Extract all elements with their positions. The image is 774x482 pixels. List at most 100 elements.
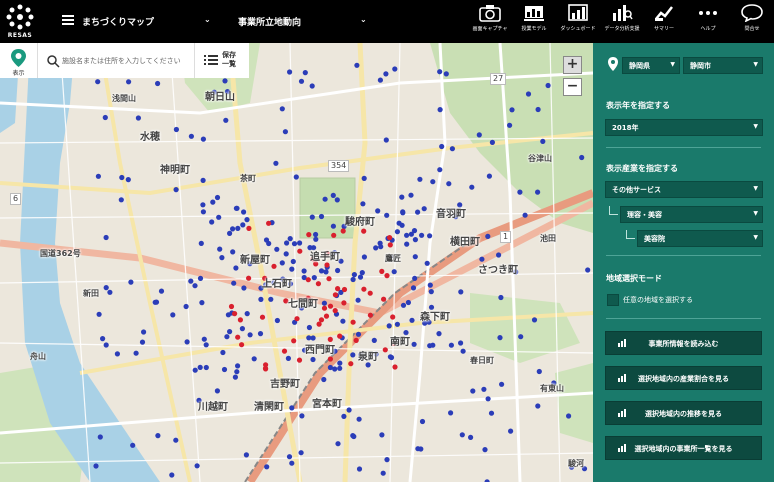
establishment-marker[interactable]: [289, 460, 295, 466]
establishment-marker[interactable]: [412, 237, 418, 243]
establishment-marker[interactable]: [231, 280, 237, 286]
show-location-button[interactable]: 表示: [0, 43, 38, 78]
establishment-marker[interactable]: [427, 282, 433, 288]
establishment-marker[interactable]: [332, 366, 338, 372]
establishment-marker[interactable]: [192, 367, 198, 373]
establishment-marker[interactable]: [458, 289, 464, 295]
establishment-marker[interactable]: [335, 441, 341, 447]
establishment-marker[interactable]: [322, 196, 328, 202]
establishment-marker[interactable]: [399, 194, 405, 200]
establishment-marker-new[interactable]: [348, 361, 354, 367]
establishment-marker-new[interactable]: [239, 342, 245, 348]
establishment-marker-new[interactable]: [341, 286, 348, 293]
establishment-marker[interactable]: [118, 197, 124, 203]
establishment-marker[interactable]: [130, 442, 136, 448]
establishment-marker[interactable]: [350, 276, 356, 283]
establishment-marker-new[interactable]: [324, 262, 330, 268]
establishment-marker[interactable]: [306, 324, 312, 331]
establishment-marker[interactable]: [282, 129, 288, 135]
establishment-marker[interactable]: [188, 278, 194, 284]
establishment-marker[interactable]: [334, 197, 340, 203]
establishment-marker-new[interactable]: [361, 286, 367, 292]
establishment-marker[interactable]: [377, 77, 383, 83]
establishment-marker[interactable]: [209, 219, 215, 225]
establishment-marker[interactable]: [301, 268, 307, 274]
establishment-marker-new[interactable]: [237, 317, 243, 323]
establishment-marker[interactable]: [545, 82, 551, 89]
establishment-marker[interactable]: [470, 388, 476, 394]
establishment-marker-new[interactable]: [266, 220, 272, 226]
establishment-marker-new[interactable]: [392, 364, 398, 370]
establishment-marker[interactable]: [428, 289, 434, 295]
establishment-marker-new[interactable]: [340, 228, 346, 234]
establishment-marker[interactable]: [155, 80, 161, 87]
establishment-marker[interactable]: [340, 318, 346, 324]
establishment-marker[interactable]: [169, 472, 175, 478]
establishment-marker[interactable]: [337, 365, 343, 371]
establishment-marker[interactable]: [141, 329, 147, 335]
establishment-marker[interactable]: [103, 342, 109, 348]
establishment-marker-new[interactable]: [327, 303, 334, 309]
establishment-marker[interactable]: [497, 335, 503, 341]
establishment-marker-new[interactable]: [341, 300, 347, 306]
establishment-marker[interactable]: [535, 403, 541, 409]
establishment-marker[interactable]: [488, 410, 495, 416]
establishment-marker[interactable]: [361, 175, 367, 181]
establishment-marker[interactable]: [309, 214, 315, 220]
establishment-marker[interactable]: [448, 342, 454, 348]
establishment-marker[interactable]: [298, 78, 305, 84]
establishment-marker[interactable]: [203, 342, 209, 348]
establishment-marker[interactable]: [274, 317, 280, 324]
establishment-marker[interactable]: [486, 173, 492, 179]
establishment-marker[interactable]: [197, 275, 204, 281]
establishment-marker[interactable]: [365, 362, 371, 368]
establishment-marker[interactable]: [430, 342, 436, 348]
establishment-marker[interactable]: [410, 285, 417, 291]
establishment-marker[interactable]: [400, 302, 407, 308]
establishment-marker[interactable]: [241, 285, 247, 291]
help-button[interactable]: ヘルプ: [686, 4, 730, 40]
establishment-marker[interactable]: [153, 299, 160, 305]
establishment-marker[interactable]: [139, 339, 146, 345]
establishment-marker[interactable]: [361, 254, 367, 260]
establishment-marker[interactable]: [284, 240, 290, 246]
establishment-marker[interactable]: [217, 246, 223, 252]
establishment-marker[interactable]: [383, 71, 389, 77]
establishment-marker[interactable]: [309, 83, 315, 89]
establishment-marker[interactable]: [125, 177, 131, 183]
establishment-marker[interactable]: [355, 297, 361, 303]
establishment-marker-new[interactable]: [326, 276, 332, 282]
establishment-marker[interactable]: [194, 463, 200, 469]
establishment-marker[interactable]: [135, 115, 141, 121]
establishment-marker[interactable]: [287, 236, 293, 242]
establishment-marker[interactable]: [103, 234, 109, 241]
establishment-marker[interactable]: [388, 354, 395, 361]
establishment-marker[interactable]: [412, 275, 418, 281]
establishment-marker[interactable]: [128, 279, 134, 285]
establishment-marker[interactable]: [355, 331, 362, 337]
establishment-marker-new[interactable]: [337, 333, 343, 339]
establishment-marker[interactable]: [351, 433, 357, 440]
establishment-marker[interactable]: [247, 332, 253, 338]
establishment-marker[interactable]: [224, 334, 230, 340]
establishment-marker[interactable]: [394, 321, 400, 327]
establishment-marker[interactable]: [518, 334, 524, 340]
establishment-marker[interactable]: [380, 470, 386, 476]
data-analysis-button[interactable]: データ分析支援: [600, 4, 644, 40]
establishment-marker[interactable]: [235, 225, 241, 231]
establishment-marker[interactable]: [93, 463, 99, 469]
sub-menu-dropdown[interactable]: 事業所立地動向 ⌄: [238, 12, 370, 30]
establishment-marker[interactable]: [341, 413, 347, 419]
establishment-marker[interactable]: [239, 326, 245, 332]
zoom-in-button[interactable]: +: [563, 56, 582, 74]
establishment-marker[interactable]: [356, 416, 362, 422]
establishment-marker-new[interactable]: [263, 362, 269, 368]
establishment-marker[interactable]: [214, 388, 220, 394]
establishment-marker-new[interactable]: [228, 303, 235, 310]
establishment-marker[interactable]: [408, 192, 414, 198]
establishment-marker[interactable]: [335, 267, 341, 274]
establishment-marker[interactable]: [394, 229, 400, 235]
establishment-marker-new[interactable]: [361, 228, 367, 234]
establishment-marker-new[interactable]: [316, 321, 322, 327]
establishment-marker[interactable]: [535, 189, 541, 195]
